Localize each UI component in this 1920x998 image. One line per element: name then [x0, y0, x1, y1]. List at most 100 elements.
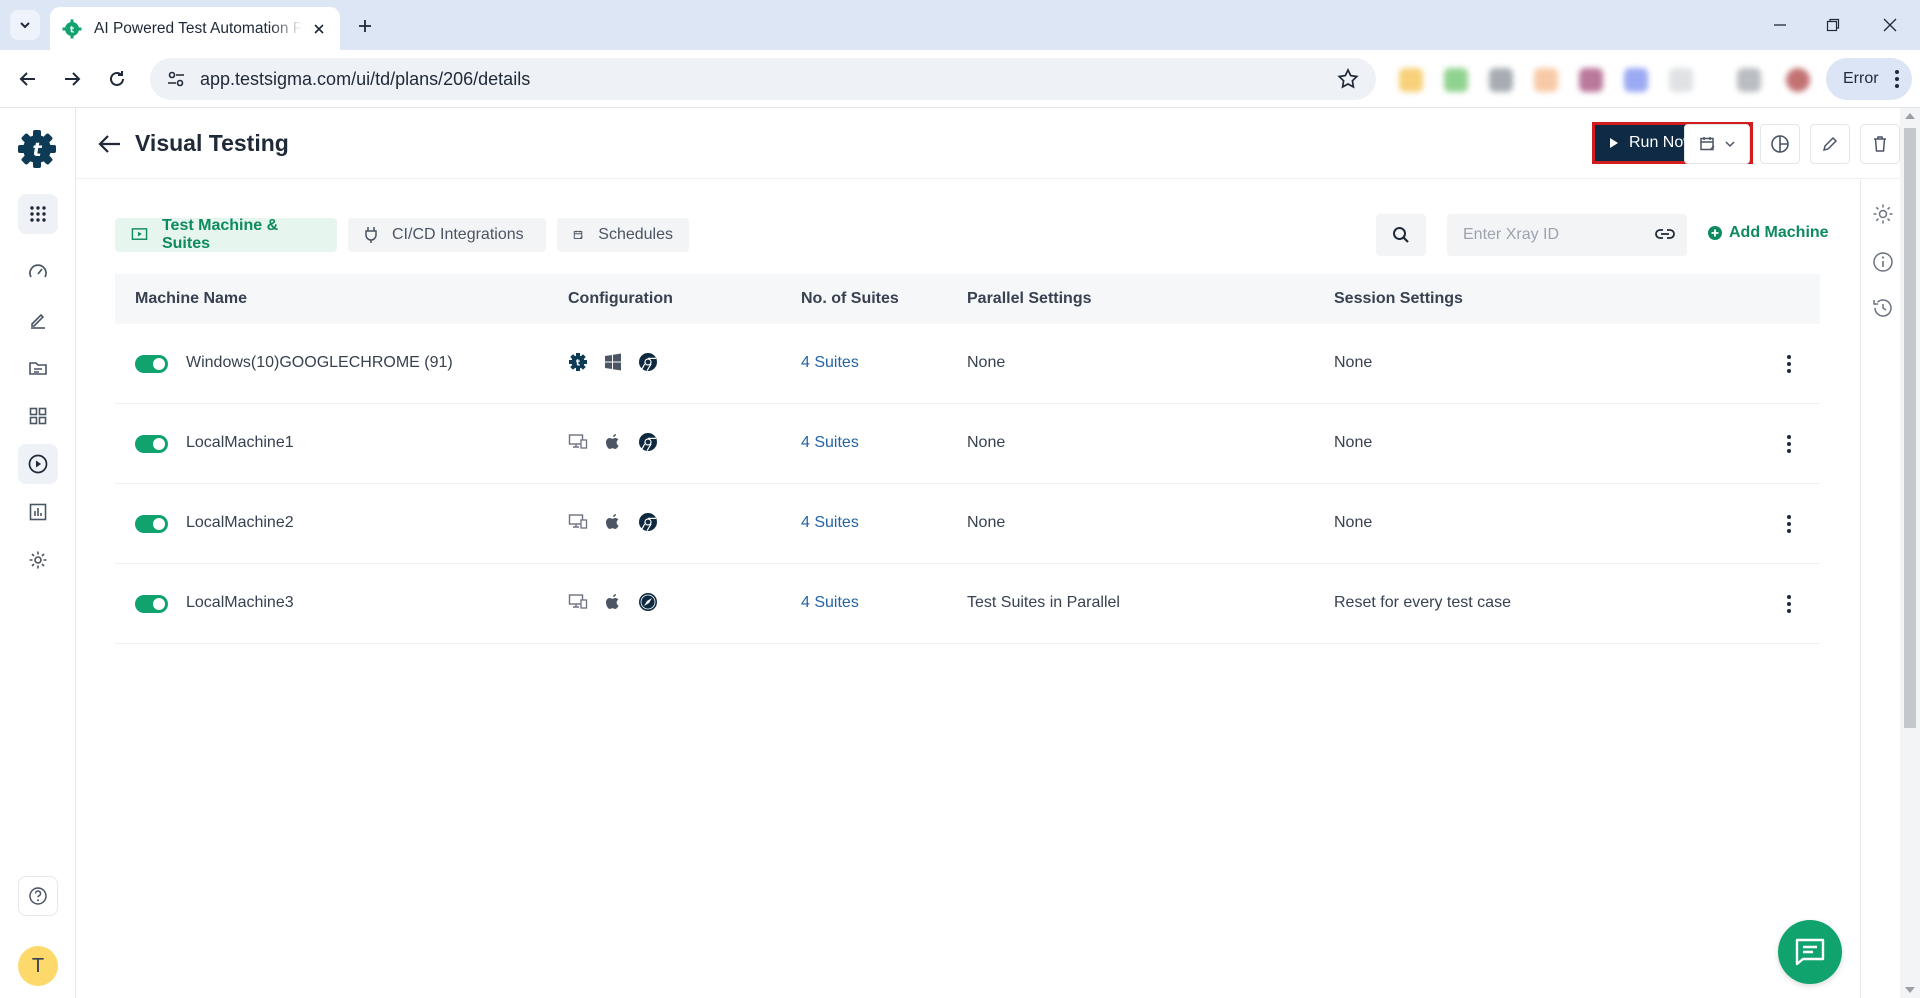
extension-icon[interactable] — [1399, 68, 1423, 92]
chevron-down-icon — [20, 22, 30, 29]
scrollbar-thumb[interactable] — [1904, 128, 1916, 728]
machine-enabled-toggle[interactable] — [135, 435, 168, 453]
schedule-dropdown-button[interactable] — [1684, 124, 1750, 164]
profile-avatar-icon[interactable] — [1786, 68, 1810, 92]
tab-schedules[interactable]: Schedules — [557, 218, 689, 252]
scroll-down-arrow-icon[interactable] — [1905, 987, 1915, 993]
history-icon[interactable] — [1871, 296, 1895, 320]
sidebar-item-settings[interactable] — [18, 540, 58, 580]
machine-enabled-toggle[interactable] — [135, 355, 168, 373]
add-machine-button[interactable]: Add Machine — [1708, 224, 1829, 242]
svg-text:t: t — [32, 139, 42, 161]
link-icon[interactable] — [1655, 224, 1675, 244]
apple-icon — [602, 511, 624, 533]
chrome-icon — [637, 431, 659, 453]
suites-link[interactable]: 4 Suites — [801, 594, 859, 612]
xray-id-input[interactable] — [1463, 226, 1643, 244]
extension-icon[interactable] — [1534, 68, 1558, 92]
new-tab-button[interactable] — [350, 11, 380, 41]
row-actions-menu-button[interactable] — [1777, 590, 1801, 618]
sidebar-item-reports[interactable] — [18, 492, 58, 532]
sidebar-item-run-tests[interactable] — [18, 444, 58, 484]
sidebar-item-create-tests[interactable] — [18, 300, 58, 340]
extension-icon[interactable] — [1444, 68, 1468, 92]
compare-button[interactable] — [1760, 124, 1800, 164]
extension-icon[interactable] — [1737, 68, 1761, 92]
column-header-configuration: Configuration — [568, 290, 673, 307]
restore-window-button[interactable] — [1803, 8, 1863, 42]
configuration-icons — [567, 591, 672, 613]
sidebar-item-test-data[interactable] — [18, 396, 58, 436]
avatar-initial: T — [31, 954, 45, 977]
parallel-setting: None — [967, 514, 1006, 531]
tab-ci-cd-integrations[interactable]: CI/CD Integrations — [348, 218, 546, 252]
apple-icon — [602, 431, 624, 453]
page-title: Visual Testing — [135, 130, 289, 156]
parallel-setting: Test Suites in Parallel — [967, 594, 1120, 611]
session-setting: Reset for every test case — [1334, 594, 1511, 611]
search-button[interactable] — [1376, 214, 1426, 256]
machine-enabled-toggle[interactable] — [135, 595, 168, 613]
edit-plan-button[interactable] — [1810, 124, 1850, 164]
row-actions-menu-button[interactable] — [1777, 510, 1801, 538]
back-arrow-icon[interactable] — [96, 130, 124, 158]
suites-link[interactable]: 4 Suites — [801, 514, 859, 532]
minimize-window-button[interactable] — [1750, 8, 1810, 42]
bookmark-star-icon[interactable] — [1336, 67, 1360, 91]
back-button[interactable] — [13, 64, 43, 94]
machine-enabled-toggle[interactable] — [135, 515, 168, 533]
avatar[interactable]: T — [18, 946, 58, 986]
local-machine-icon — [567, 511, 589, 533]
session-setting: None — [1334, 354, 1373, 371]
chrome-icon — [637, 351, 659, 373]
more-vertical-icon — [1787, 435, 1791, 453]
forward-button[interactable] — [57, 64, 87, 94]
chat-support-button[interactable] — [1778, 920, 1842, 984]
testsigma-logo-icon[interactable]: t — [16, 128, 58, 170]
play-circle-icon — [28, 454, 48, 474]
reload-button[interactable] — [102, 64, 132, 94]
sidebar-item-dashboard[interactable] — [18, 252, 58, 292]
tab-label: CI/CD Integrations — [392, 226, 524, 243]
extension-icon[interactable] — [1579, 68, 1603, 92]
suites-link[interactable]: 4 Suites — [801, 354, 859, 372]
tab-label: Schedules — [598, 226, 673, 243]
speedometer-icon — [29, 264, 47, 278]
table-row: LocalMachine1 4 Suites None None — [115, 404, 1820, 484]
extension-icon[interactable] — [1624, 68, 1648, 92]
scroll-up-arrow-icon[interactable] — [1905, 113, 1915, 119]
sidebar-apps-grid[interactable] — [18, 194, 58, 234]
calendar-edit-icon — [1700, 137, 1715, 151]
tab-test-machine-suites[interactable]: Test Machine & Suites — [115, 217, 337, 252]
more-vertical-icon — [1787, 595, 1791, 613]
extension-icon[interactable] — [1669, 68, 1693, 92]
info-icon[interactable] — [1871, 250, 1895, 274]
row-actions-menu-button[interactable] — [1777, 350, 1801, 378]
close-window-button[interactable] — [1860, 8, 1920, 42]
play-screen-icon — [131, 228, 148, 240]
page-scrollbar[interactable] — [1900, 108, 1920, 998]
dashboard-tiles-icon — [29, 407, 47, 425]
profile-error-button[interactable]: Error — [1826, 58, 1912, 100]
sidebar-help-button[interactable] — [18, 876, 58, 916]
sidebar-item-test-cases[interactable] — [18, 348, 58, 388]
gear-icon[interactable] — [1871, 202, 1895, 226]
extension-icon[interactable] — [1489, 68, 1513, 92]
tab-search-button[interactable] — [10, 10, 40, 40]
pencil-icon — [31, 313, 45, 329]
delete-plan-button[interactable] — [1860, 124, 1900, 164]
profile-error-label: Error — [1843, 70, 1879, 87]
column-header-machine-name: Machine Name — [135, 290, 248, 307]
plus-circle-icon — [1708, 226, 1722, 240]
address-bar[interactable]: app.testsigma.com/ui/td/plans/206/detail… — [150, 58, 1376, 100]
site-settings-icon[interactable] — [166, 69, 186, 89]
chat-icon — [1795, 938, 1825, 966]
calendar-edit-icon — [573, 230, 583, 240]
configuration-icons: t — [567, 351, 672, 373]
row-actions-menu-button[interactable] — [1777, 430, 1801, 458]
suites-link[interactable]: 4 Suites — [801, 434, 859, 452]
machine-name: LocalMachine1 — [186, 434, 294, 451]
browser-tab[interactable]: t AI Powered Test Automation Platform — [50, 7, 340, 50]
machine-name: LocalMachine2 — [186, 514, 294, 531]
close-tab-icon[interactable] — [308, 18, 330, 40]
